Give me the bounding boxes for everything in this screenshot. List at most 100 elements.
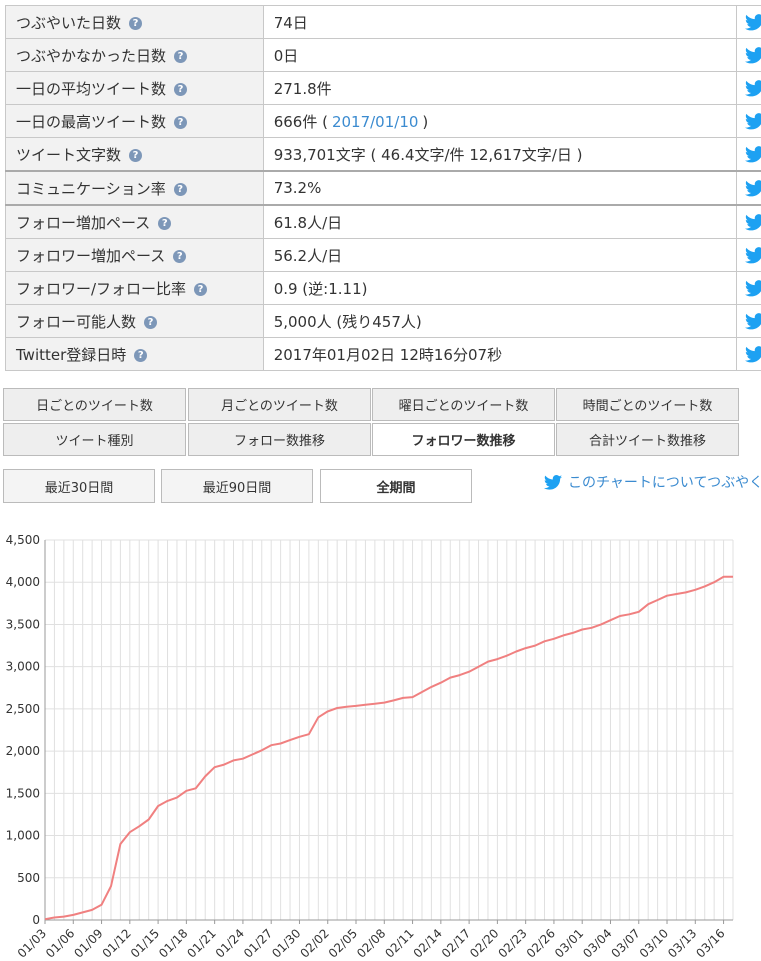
- help-icon[interactable]: ?: [173, 182, 187, 196]
- stats-label-cell: Twitter登録日時?: [5, 337, 264, 371]
- y-tick-label: 4,000: [6, 575, 40, 589]
- stats-label: 一日の平均ツイート数: [16, 79, 167, 98]
- chart-tab[interactable]: 月ごとのツイート数: [188, 388, 371, 421]
- period-button[interactable]: 全期間: [320, 469, 472, 503]
- x-tick-label: 01/24: [213, 926, 247, 960]
- period-button[interactable]: 最近90日間: [161, 469, 313, 503]
- x-tick-label: 01/18: [156, 926, 190, 960]
- stats-value-cell: 666件 (2017/01/10): [262, 104, 738, 138]
- x-tick-label: 02/02: [298, 926, 332, 960]
- x-tick-label: 02/11: [382, 926, 416, 960]
- help-icon[interactable]: ?: [158, 216, 172, 230]
- tweet-cell: [736, 5, 761, 39]
- help-icon[interactable]: ?: [174, 115, 188, 129]
- stats-value: 271.8件: [273, 79, 332, 98]
- y-tick-label: 500: [17, 871, 40, 885]
- x-tick-label: 03/04: [580, 926, 614, 960]
- stats-value: 61.8人/日: [273, 213, 343, 232]
- y-tick-label: 4,500: [6, 533, 40, 547]
- chart-tab[interactable]: 時間ごとのツイート数: [556, 388, 739, 421]
- twitter-bird-icon[interactable]: [745, 47, 761, 64]
- stats-label-cell: フォロワー増加ペース?: [5, 238, 264, 272]
- x-tick-label: 01/30: [269, 926, 303, 960]
- stats-value-cell: 0日: [262, 38, 738, 72]
- stats-label: Twitter登録日時: [16, 345, 127, 364]
- x-tick-label: 03/16: [693, 926, 727, 960]
- twitter-bird-icon[interactable]: [745, 80, 761, 97]
- help-icon[interactable]: ?: [129, 16, 143, 30]
- stats-row: コミュニケーション率? 73.2%: [5, 170, 761, 206]
- stats-label-cell: 一日の平均ツイート数?: [5, 71, 264, 105]
- max-tweet-date-link[interactable]: 2017/01/10: [332, 113, 418, 131]
- stats-value-cell: 0.9 (逆:1.11): [262, 271, 738, 305]
- period-button[interactable]: 最近30日間: [3, 469, 155, 503]
- stats-value: 5,000人 (残り457人): [273, 312, 422, 331]
- tweet-cell: [736, 170, 761, 206]
- chart-tab[interactable]: 合計ツイート数推移: [556, 423, 739, 456]
- twitter-bird-icon[interactable]: [745, 346, 761, 363]
- stats-value-cell: 2017年01月02日 12時16分07秒: [262, 337, 738, 371]
- x-tick-label: 01/21: [184, 926, 218, 960]
- chart-tab[interactable]: フォロワー数推移: [372, 423, 555, 456]
- y-tick-label: 2,000: [6, 744, 40, 758]
- stats-value-post: ): [422, 112, 429, 131]
- x-tick-label: 01/03: [15, 926, 49, 960]
- help-icon[interactable]: ?: [144, 315, 158, 329]
- stats-label: フォロワー/フォロー比率: [16, 279, 187, 298]
- x-tick-label: 02/26: [524, 926, 558, 960]
- stats-value: 73.2%: [273, 179, 322, 197]
- x-tick-label: 01/27: [241, 926, 275, 960]
- twitter-bird-icon[interactable]: [745, 313, 761, 330]
- twitter-bird-icon[interactable]: [745, 247, 761, 264]
- tweet-cell: [736, 137, 761, 172]
- tweet-cell: [736, 271, 761, 305]
- stats-label: フォロワー増加ペース: [16, 246, 166, 265]
- stats-value: 56.2人/日: [273, 246, 343, 265]
- stats-row: Twitter登録日時? 2017年01月02日 12時16分07秒: [5, 337, 761, 371]
- stats-value-cell: 73.2%: [262, 170, 738, 206]
- stats-label-cell: つぶやかなかった日数?: [5, 38, 264, 72]
- x-tick-label: 01/12: [100, 926, 134, 960]
- stats-row: フォロー増加ペース? 61.8人/日: [5, 204, 761, 239]
- twitter-bird-icon[interactable]: [745, 180, 761, 197]
- twitter-bird-icon[interactable]: [745, 214, 761, 231]
- x-tick-label: 02/08: [354, 926, 388, 960]
- stats-value-cell: 56.2人/日: [262, 238, 738, 272]
- x-tick-label: 01/09: [71, 926, 105, 960]
- tweet-cell: [736, 238, 761, 272]
- stats-value-cell: 271.8件: [262, 71, 738, 105]
- stats-value: 0日: [273, 46, 299, 65]
- help-icon[interactable]: ?: [129, 148, 143, 162]
- x-tick-label: 02/20: [467, 926, 501, 960]
- twitter-bird-icon[interactable]: [745, 113, 761, 130]
- chart-tab[interactable]: 曜日ごとのツイート数: [372, 388, 555, 421]
- stats-value-pre: 666件 (: [273, 112, 328, 131]
- help-icon[interactable]: ?: [174, 82, 188, 96]
- stats-row: 一日の最高ツイート数? 666件 (2017/01/10): [5, 104, 761, 138]
- stats-label-cell: コミュニケーション率?: [5, 170, 264, 206]
- stats-label-cell: 一日の最高ツイート数?: [5, 104, 264, 138]
- twitter-bird-icon[interactable]: [745, 14, 761, 31]
- stats-label: コミュニケーション率: [16, 179, 166, 198]
- stats-label: つぶやいた日数: [16, 13, 122, 32]
- twitter-bird-icon: [544, 474, 562, 490]
- twitter-bird-icon[interactable]: [745, 280, 761, 297]
- tweet-chart-link[interactable]: このチャートについてつぶやく: [544, 472, 761, 492]
- y-tick-label: 3,000: [6, 660, 40, 674]
- stats-row: フォロワー/フォロー比率? 0.9 (逆:1.11): [5, 271, 761, 305]
- help-icon[interactable]: ?: [173, 249, 187, 263]
- stats-row: つぶやいた日数? 74日: [5, 5, 761, 39]
- chart-tab[interactable]: ツイート種別: [3, 423, 186, 456]
- stats-value: 933,701文字 ( 46.4文字/件 12,617文字/日 ): [273, 145, 583, 164]
- twitter-bird-icon[interactable]: [745, 146, 761, 163]
- chart-tab[interactable]: フォロー数推移: [188, 423, 371, 456]
- stats-value: 74日: [273, 13, 308, 32]
- help-icon[interactable]: ?: [194, 282, 208, 296]
- stats-label: ツイート文字数: [16, 145, 122, 164]
- help-icon[interactable]: ?: [134, 348, 148, 362]
- tweet-cell: [736, 304, 761, 338]
- chart-tab[interactable]: 日ごとのツイート数: [3, 388, 186, 421]
- help-icon[interactable]: ?: [174, 49, 188, 63]
- stats-label-cell: つぶやいた日数?: [5, 5, 264, 39]
- y-tick-label: 3,500: [6, 617, 40, 631]
